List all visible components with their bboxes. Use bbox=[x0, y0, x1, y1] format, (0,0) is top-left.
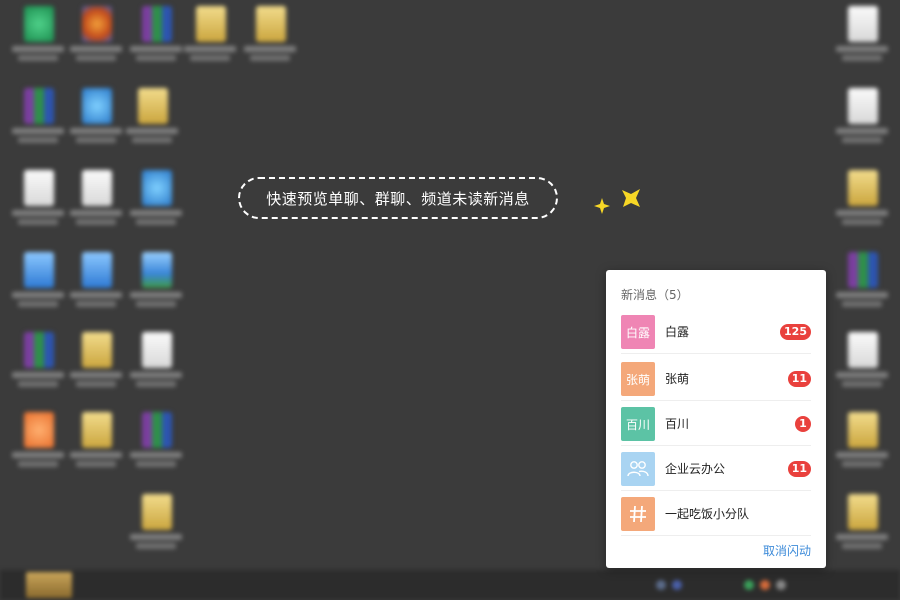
desktop-icon[interactable] bbox=[832, 86, 892, 156]
desktop-icon[interactable] bbox=[66, 250, 126, 320]
popup-title: 新消息（5） bbox=[621, 288, 689, 302]
sparkle-icon bbox=[594, 198, 610, 214]
desktop-icon[interactable] bbox=[126, 410, 186, 480]
tray-icon[interactable] bbox=[656, 580, 666, 590]
desktop-icon[interactable] bbox=[126, 250, 186, 320]
desktop-icon[interactable] bbox=[126, 492, 186, 562]
contact-name: 百川 bbox=[665, 417, 690, 431]
message-item[interactable]: 一起吃饭小分队 bbox=[606, 491, 826, 536]
desktop-icon[interactable] bbox=[66, 86, 126, 156]
desktop-icon[interactable] bbox=[66, 410, 126, 480]
desktop-icon[interactable] bbox=[122, 86, 182, 156]
tray-icon[interactable] bbox=[672, 580, 682, 590]
tray-icon[interactable] bbox=[744, 580, 754, 590]
desktop-icon[interactable] bbox=[66, 330, 126, 400]
cancel-flash-button[interactable]: 取消闪动 bbox=[763, 542, 811, 559]
desktop-icon[interactable] bbox=[832, 410, 892, 480]
desktop-icon[interactable] bbox=[180, 4, 240, 74]
group-name: 企业云办公 bbox=[665, 462, 726, 476]
unread-badge: 11 bbox=[787, 371, 811, 387]
desktop-icon[interactable] bbox=[66, 168, 126, 238]
divider bbox=[621, 353, 811, 354]
message-item[interactable]: 白露 白露 125 bbox=[606, 309, 826, 354]
callout-text: 快速预览单聊、群聊、频道未读新消息 bbox=[266, 189, 530, 208]
desktop-icon[interactable] bbox=[8, 4, 68, 74]
desktop-icon[interactable] bbox=[66, 4, 126, 74]
desktop-icon[interactable] bbox=[240, 4, 300, 74]
desktop-icon[interactable] bbox=[8, 250, 68, 320]
desktop-icon[interactable] bbox=[832, 492, 892, 562]
avatar: 白露 bbox=[621, 315, 655, 349]
tray-icon[interactable] bbox=[776, 580, 786, 590]
desktop-icon[interactable] bbox=[126, 330, 186, 400]
unread-badge: 125 bbox=[780, 324, 811, 340]
channel-name: 一起吃饭小分队 bbox=[665, 507, 750, 521]
desktop-icon[interactable] bbox=[8, 86, 68, 156]
desktop-icon[interactable] bbox=[126, 4, 186, 74]
unread-badge: 11 bbox=[787, 461, 811, 477]
unread-badge: 1 bbox=[795, 416, 811, 432]
message-item[interactable]: 企业云办公 11 bbox=[606, 446, 826, 491]
taskbar-thumbnail[interactable] bbox=[26, 572, 72, 598]
desktop-icon[interactable] bbox=[832, 4, 892, 74]
divider bbox=[621, 535, 811, 536]
desktop-icon[interactable] bbox=[832, 250, 892, 320]
hash-icon bbox=[621, 497, 655, 531]
avatar: 百川 bbox=[621, 407, 655, 441]
taskbar bbox=[0, 570, 900, 600]
message-item[interactable]: 百川 百川 1 bbox=[606, 401, 826, 446]
tray-icon[interactable] bbox=[760, 580, 770, 590]
feature-callout: 快速预览单聊、群聊、频道未读新消息 bbox=[238, 177, 558, 219]
message-item[interactable]: 张萌 张萌 11 bbox=[606, 356, 826, 401]
contact-name: 白露 bbox=[665, 325, 690, 339]
avatar: 张萌 bbox=[621, 362, 655, 396]
contact-name: 张萌 bbox=[665, 372, 690, 386]
desktop-icon[interactable] bbox=[832, 330, 892, 400]
star-icon bbox=[620, 187, 642, 209]
desktop-icon[interactable] bbox=[126, 168, 186, 238]
desktop-icon[interactable] bbox=[8, 410, 68, 480]
desktop-icon[interactable] bbox=[8, 168, 68, 238]
desktop-icon[interactable] bbox=[8, 330, 68, 400]
new-messages-popup: 新消息（5） 白露 白露 125 张萌 张萌 11 百川 百川 1 企业云办公 … bbox=[606, 270, 826, 568]
desktop-icon[interactable] bbox=[832, 168, 892, 238]
group-icon bbox=[621, 452, 655, 486]
